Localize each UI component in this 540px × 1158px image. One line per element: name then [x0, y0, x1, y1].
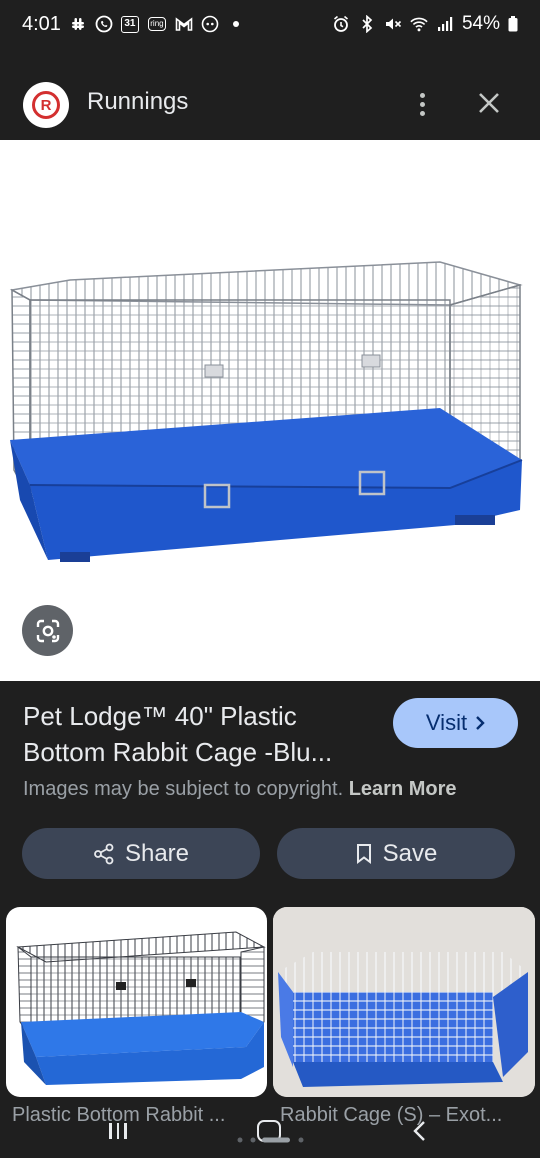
- recent-apps-bar: [116, 1123, 120, 1139]
- notification-dot-icon: [227, 15, 245, 33]
- chevron-right-icon: [476, 716, 485, 730]
- back-button[interactable]: [410, 1120, 430, 1142]
- logo-letter: R: [40, 96, 52, 114]
- related-image-2: [273, 907, 535, 1097]
- recent-apps-icon: [109, 1123, 112, 1139]
- share-icon: [94, 843, 114, 864]
- image-preview[interactable]: [0, 140, 540, 681]
- cage-image: [9, 261, 523, 562]
- app-header: R Runnings: [0, 48, 540, 140]
- related-image-1: [16, 931, 266, 1085]
- slack-icon: [69, 15, 87, 33]
- back-icon: [413, 1121, 425, 1141]
- related-image-card[interactable]: [273, 907, 535, 1097]
- close-icon: [479, 93, 499, 113]
- more-vert-dot: [419, 110, 425, 116]
- copyright-text: Images may be subject to copyright.: [23, 778, 344, 800]
- more-vert-icon: [419, 92, 425, 98]
- more-vert-dot: [419, 101, 425, 107]
- learn-more-link[interactable]: Learn More: [349, 778, 457, 800]
- ring-label: ring: [148, 17, 166, 31]
- more-options-button[interactable]: [408, 86, 436, 122]
- google-lens-button[interactable]: [22, 605, 73, 656]
- share-button[interactable]: Share: [22, 828, 260, 879]
- lens-icon: [36, 619, 59, 642]
- signal-icon: [436, 15, 454, 33]
- status-left: 4:01 31 ring: [22, 13, 245, 36]
- copyright-notice: Images may be subject to copyright. Lear…: [23, 778, 457, 801]
- status-bar: 4:01 31 ring 54%: [0, 0, 540, 48]
- bookmark-icon: [356, 843, 371, 864]
- share-label: Share: [124, 839, 190, 867]
- ring-icon: ring: [147, 15, 167, 33]
- recent-apps-button[interactable]: [106, 1120, 130, 1142]
- gmail-icon: [175, 15, 193, 33]
- related-image-card[interactable]: [6, 907, 267, 1097]
- save-button[interactable]: Save: [277, 828, 515, 879]
- bluetooth-icon: [358, 15, 376, 33]
- status-time: 4:01: [22, 12, 61, 35]
- site-name[interactable]: Runnings: [87, 88, 188, 116]
- calendar-icon: 31: [120, 15, 139, 33]
- whatsapp-icon: [95, 15, 113, 33]
- scroll-indicator: [237, 1137, 304, 1143]
- discord-icon: [201, 15, 219, 33]
- result-title[interactable]: Pet Lodge™ 40" Plastic Bottom Rabbit Cag…: [23, 698, 383, 770]
- alarm-icon: [332, 15, 350, 33]
- battery-icon: [508, 15, 518, 33]
- visit-button[interactable]: Visit: [393, 698, 518, 748]
- site-logo[interactable]: R: [23, 82, 69, 128]
- mute-icon: [384, 15, 402, 33]
- save-label: Save: [382, 839, 438, 867]
- status-right: 54%: [332, 13, 518, 35]
- runnings-logo-icon: R: [32, 91, 60, 119]
- visit-label: Visit: [425, 710, 468, 735]
- battery-percent: 54%: [461, 13, 500, 34]
- wifi-icon: [410, 15, 428, 33]
- recent-apps-bar: [124, 1123, 127, 1139]
- close-button[interactable]: [472, 86, 506, 120]
